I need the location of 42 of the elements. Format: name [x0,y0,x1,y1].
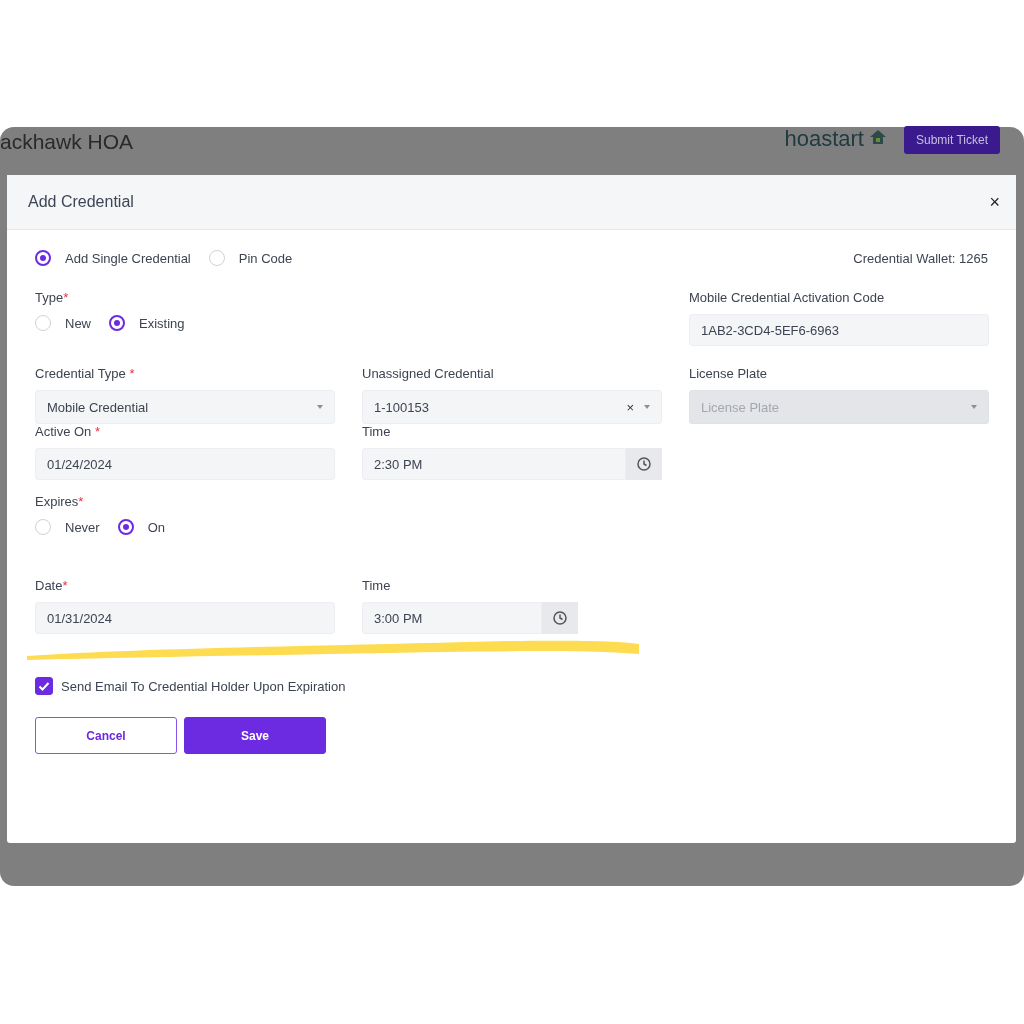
radio-button[interactable] [35,250,51,266]
time-field[interactable]: 2:30 PM [362,448,626,480]
save-button[interactable]: Save [184,717,326,754]
caret-icon [644,405,650,409]
field-label: Time [362,424,392,439]
unassigned-credential-select[interactable]: 1-100153 × [362,390,662,424]
org-name: ackhawk HOA [0,130,134,154]
time-field[interactable]: 3:00 PM [362,602,542,634]
field-label: Mobile Credential Activation Code [689,290,886,305]
caret-icon [971,405,977,409]
radio-label: Existing [139,315,185,331]
clock-icon[interactable] [626,448,662,480]
radio-label: New [65,315,91,331]
checkbox-label: Send Email To Credential Holder Upon Expiration [61,678,346,694]
checkbox[interactable] [35,677,53,695]
radio-button[interactable] [117,519,134,535]
field-label: Type* [35,290,70,305]
radio-label: Never [65,519,100,535]
radio-label: On [147,519,166,535]
clear-icon[interactable]: × [626,399,634,415]
date-field[interactable]: 01/24/2024 [35,448,335,480]
modal-title: Add Credential [28,193,134,211]
field-label: Unassigned Credential [362,366,495,381]
radio-label: Add Single Credential [65,250,191,266]
field-label: Time [362,578,392,593]
cancel-button[interactable]: Cancel [35,717,177,754]
radio-button[interactable] [109,315,125,331]
field-label: Expires* [35,494,85,509]
wallet-count: Credential Wallet: 1265 [853,250,988,266]
submit-ticket-button[interactable]: Submit Ticket [903,126,1000,154]
activation-code-field[interactable]: 1AB2-3CD4-5EF6-6963 [689,314,989,346]
field-label: License Plate [689,366,769,381]
field-label: Date* [35,578,69,593]
field-label: Credential Type * [35,366,136,381]
caret-icon [317,405,323,409]
radio-label: Pin Code [238,250,293,266]
field-label: Active On * [35,424,102,439]
credential-type-select[interactable]: Mobile Credential [35,390,335,424]
logo-text: hoastart [784,126,864,152]
clock-icon[interactable] [542,602,578,634]
close-button[interactable]: × [985,191,1004,213]
date-field[interactable]: 01/31/2024 [35,602,335,634]
